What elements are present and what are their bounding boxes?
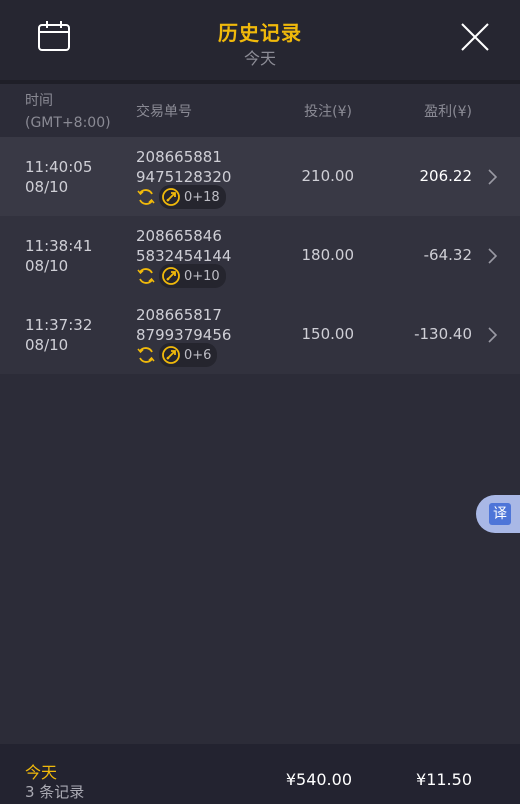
refresh-icon: [137, 268, 155, 284]
translate-icon: 译: [489, 503, 511, 525]
row-profit: -130.40: [414, 325, 472, 343]
count-badge: 0+18: [159, 185, 226, 209]
row-order: 208665817 8799379456: [136, 305, 231, 345]
row-bet: 150.00: [301, 325, 355, 343]
column-time: 时间 (GMT+8:00): [25, 90, 111, 134]
page-title: 历史记录: [218, 21, 302, 45]
row-order-line2: 5832454144: [136, 247, 232, 265]
column-time-label: 时间: [25, 93, 53, 109]
row-order-line1: 208665846: [136, 227, 222, 245]
row-time: 11:37:32 08/10: [25, 315, 92, 355]
row-time: 11:38:41 08/10: [25, 236, 92, 276]
close-icon: [461, 23, 489, 51]
row-date-value: 08/10: [25, 336, 69, 354]
column-profit: 盈利(¥): [424, 104, 472, 120]
row-badges: 0+10: [136, 264, 226, 288]
count-badge: 0+10: [159, 264, 226, 288]
chevron-right-icon: [488, 327, 497, 343]
count-value: 0+10: [184, 268, 220, 284]
bonus-icon: [162, 346, 180, 364]
summary-footer: 今天 3 条记录 ¥540.00 ¥11.50: [0, 744, 520, 804]
bonus-icon: [162, 188, 180, 206]
row-order: 208665846 5832454144: [136, 226, 231, 266]
date-filter-label: 今天: [243, 49, 276, 68]
row-profit: 206.22: [419, 167, 473, 185]
summary-period: 今天: [25, 763, 58, 782]
row-time: 11:40:05 08/10: [25, 157, 92, 197]
row-order-line1: 208665817: [136, 306, 222, 324]
row-date-value: 08/10: [25, 178, 69, 196]
count-badge: 0+6: [159, 343, 218, 367]
header: 历史记录 今天: [0, 0, 520, 84]
summary-total-profit: ¥11.50: [416, 770, 472, 789]
table-row[interactable]: 11:38:41 08/10 208665846 5832454144 0+10: [0, 216, 520, 295]
summary-record-count: 3 条记录: [25, 783, 85, 801]
row-profit: -64.32: [423, 246, 472, 264]
history-list: 11:40:05 08/10 208665881 9475128320 0+18: [0, 137, 520, 374]
row-badges: 0+6: [136, 343, 218, 367]
count-value: 0+6: [184, 347, 212, 363]
row-order-line2: 8799379456: [136, 326, 232, 344]
refresh-icon: [137, 189, 155, 205]
table-row[interactable]: 11:40:05 08/10 208665881 9475128320 0+18: [0, 137, 520, 216]
refresh-icon: [137, 347, 155, 363]
close-button[interactable]: [458, 20, 492, 54]
count-value: 0+18: [184, 189, 220, 205]
row-bet: 180.00: [301, 246, 355, 264]
row-time-value: 11:37:32: [25, 316, 93, 334]
row-time-value: 11:38:41: [25, 237, 93, 255]
chevron-right-icon: [488, 169, 497, 185]
bonus-icon: [162, 267, 180, 285]
row-order-line2: 9475128320: [136, 168, 232, 186]
row-time-value: 11:40:05: [25, 158, 93, 176]
chevron-right-icon: [488, 248, 497, 264]
row-badges: 0+18: [136, 185, 226, 209]
row-date-value: 08/10: [25, 257, 69, 275]
column-order: 交易单号: [136, 104, 192, 120]
row-order: 208665881 9475128320: [136, 147, 231, 187]
table-row[interactable]: 11:37:32 08/10 208665817 8799379456 0+6: [0, 295, 520, 374]
translate-button[interactable]: 译: [476, 495, 520, 533]
row-order-line1: 208665881: [136, 148, 222, 166]
row-bet: 210.00: [301, 167, 355, 185]
column-header: 时间 (GMT+8:00) 交易单号 投注(¥) 盈利(¥): [0, 84, 520, 137]
column-time-zone: (GMT+8:00): [25, 115, 111, 131]
summary-total-bet: ¥540.00: [285, 770, 352, 789]
column-bet: 投注(¥): [304, 104, 352, 120]
